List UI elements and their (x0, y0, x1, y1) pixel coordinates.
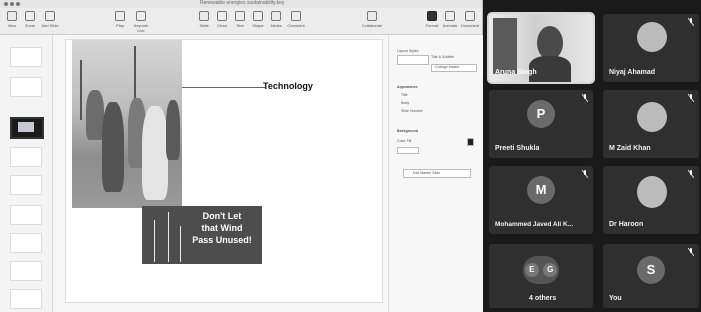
keynote-window: Renewable energies sustainability.key Vi… (0, 0, 483, 312)
participant-tile[interactable]: Niyaj Ahamad (603, 14, 699, 82)
participant-avatar: S (637, 256, 665, 284)
slide-thumbnail[interactable] (10, 77, 42, 97)
title-checkbox[interactable]: Title (401, 93, 408, 97)
slide-thumbnail[interactable] (10, 47, 42, 67)
media-button[interactable]: Media (268, 11, 284, 28)
zoom-window-icon[interactable] (16, 2, 20, 6)
zoom-icon (25, 11, 35, 21)
play-button[interactable]: Play (112, 11, 128, 28)
participant-name: 4 others (529, 295, 557, 302)
sidebar-icon (7, 11, 17, 21)
document-icon (465, 11, 475, 21)
shape-icon (253, 11, 263, 21)
participant-avatar: M (527, 176, 555, 204)
layout-name[interactable]: Title & Subtitle (431, 55, 454, 59)
toolbar: View Zoom Add Slide Play Keynote Live Ta… (0, 8, 482, 35)
participant-name: Dr Haroon (609, 221, 644, 228)
chart-icon (217, 11, 227, 21)
participant-avatar (637, 22, 667, 52)
background-heading: Background (397, 129, 418, 133)
participant-tile[interactable]: E G 4 others (489, 244, 593, 308)
table-button[interactable]: Table (196, 11, 212, 28)
participant-name: M Zaid Khan (609, 145, 651, 152)
bookshelf (493, 18, 517, 74)
slide-canvas: Technology Don't Let that Wind Pass Unus… (53, 35, 387, 312)
broadcast-icon (136, 11, 146, 21)
participant-name: You (609, 295, 622, 302)
technology-label[interactable]: Technology (263, 81, 313, 91)
format-brush-icon (427, 11, 437, 21)
layout-preview[interactable] (397, 55, 429, 65)
participant-tile[interactable]: Aruna Singh (487, 12, 595, 84)
mic-muted-icon (688, 248, 694, 256)
text-icon (235, 11, 245, 21)
banner-text: Don't Let that Wind Pass Unused! (192, 211, 252, 245)
collaborate-button[interactable]: Collaborate (360, 11, 384, 28)
animate-button[interactable]: Animate (442, 11, 458, 28)
slide-thumbnail[interactable] (10, 147, 42, 167)
appearance-heading: Appearance (397, 85, 418, 89)
wind-banner-image[interactable]: Don't Let that Wind Pass Unused! (142, 206, 262, 264)
collaborate-icon (367, 11, 377, 21)
participant-tile[interactable]: M Mohammed Javed Ali K... (489, 166, 593, 234)
layout-styles-label: Layout Styles (397, 49, 419, 53)
shape-button[interactable]: Shape (250, 11, 266, 28)
background-fill-select[interactable]: Color Fill (397, 139, 411, 143)
participant-name: Niyaj Ahamad (609, 69, 656, 76)
table-icon (199, 11, 209, 21)
close-window-icon[interactable] (4, 2, 8, 6)
mic-muted-icon (688, 18, 694, 26)
view-button[interactable]: View (4, 11, 20, 28)
slide[interactable]: Technology Don't Let that Wind Pass Unus… (65, 39, 383, 303)
color-well[interactable] (467, 138, 474, 146)
zoom-button[interactable]: Zoom (22, 11, 38, 28)
keynote-live-button[interactable]: Keynote Live (130, 11, 152, 33)
mic-muted-icon (688, 170, 694, 178)
group-avatar: E G (523, 256, 559, 284)
animate-icon (445, 11, 455, 21)
participant-avatar (637, 176, 667, 208)
slide-thumbnail[interactable] (10, 175, 42, 195)
slide-thumbnail[interactable] (10, 233, 42, 253)
format-button[interactable]: Format (424, 11, 440, 28)
mic-muted-icon (582, 170, 588, 178)
slide-thumbnail[interactable] (10, 289, 42, 309)
play-icon (115, 11, 125, 21)
plus-icon (45, 11, 55, 21)
body-checkbox[interactable]: Body (401, 101, 409, 105)
group-initial: E (524, 263, 539, 277)
person-head (537, 26, 563, 60)
participant-avatar (637, 102, 667, 132)
format-inspector: Layout Styles Title & Subtitle Change Ma… (388, 35, 483, 312)
participant-avatar: P (527, 100, 555, 128)
participant-name: Mohammed Javed Ali K... (495, 221, 574, 228)
slide-thumbnail-selected[interactable] (10, 117, 44, 139)
participant-name: Preeti Shukla (495, 145, 540, 152)
participant-tile[interactable]: P Preeti Shukla (489, 90, 593, 158)
participant-name: Aruna Singh (495, 69, 537, 76)
chart-button[interactable]: Chart (214, 11, 230, 28)
slide-thumbnail[interactable] (10, 261, 42, 281)
slide-number-checkbox[interactable]: Slide Number (401, 109, 423, 113)
window-title: Renewable energies sustainability.key (200, 0, 285, 6)
participant-tile[interactable]: M Zaid Khan (603, 90, 699, 158)
background-color-swatch[interactable] (397, 147, 419, 154)
slide-navigator (0, 35, 53, 312)
add-slide-button[interactable]: Add Slide (40, 11, 60, 28)
participant-tile[interactable]: Dr Haroon (603, 166, 699, 234)
comment-icon (291, 11, 301, 21)
zoom-gallery: Aruna Singh Niyaj Ahamad P Preeti Shukla… (483, 0, 701, 312)
participant-tile[interactable]: S You (603, 244, 699, 308)
mic-muted-icon (582, 94, 588, 102)
connector-line[interactable] (182, 87, 266, 88)
group-initial: G (543, 263, 558, 277)
document-button[interactable]: Document (460, 11, 480, 28)
runners-photo[interactable] (72, 40, 182, 208)
minimize-window-icon[interactable] (10, 2, 14, 6)
comment-button[interactable]: Comment (286, 11, 306, 28)
text-button[interactable]: Text (232, 11, 248, 28)
mic-muted-icon (688, 94, 694, 102)
media-icon (271, 11, 281, 21)
slide-thumbnail[interactable] (10, 205, 42, 225)
